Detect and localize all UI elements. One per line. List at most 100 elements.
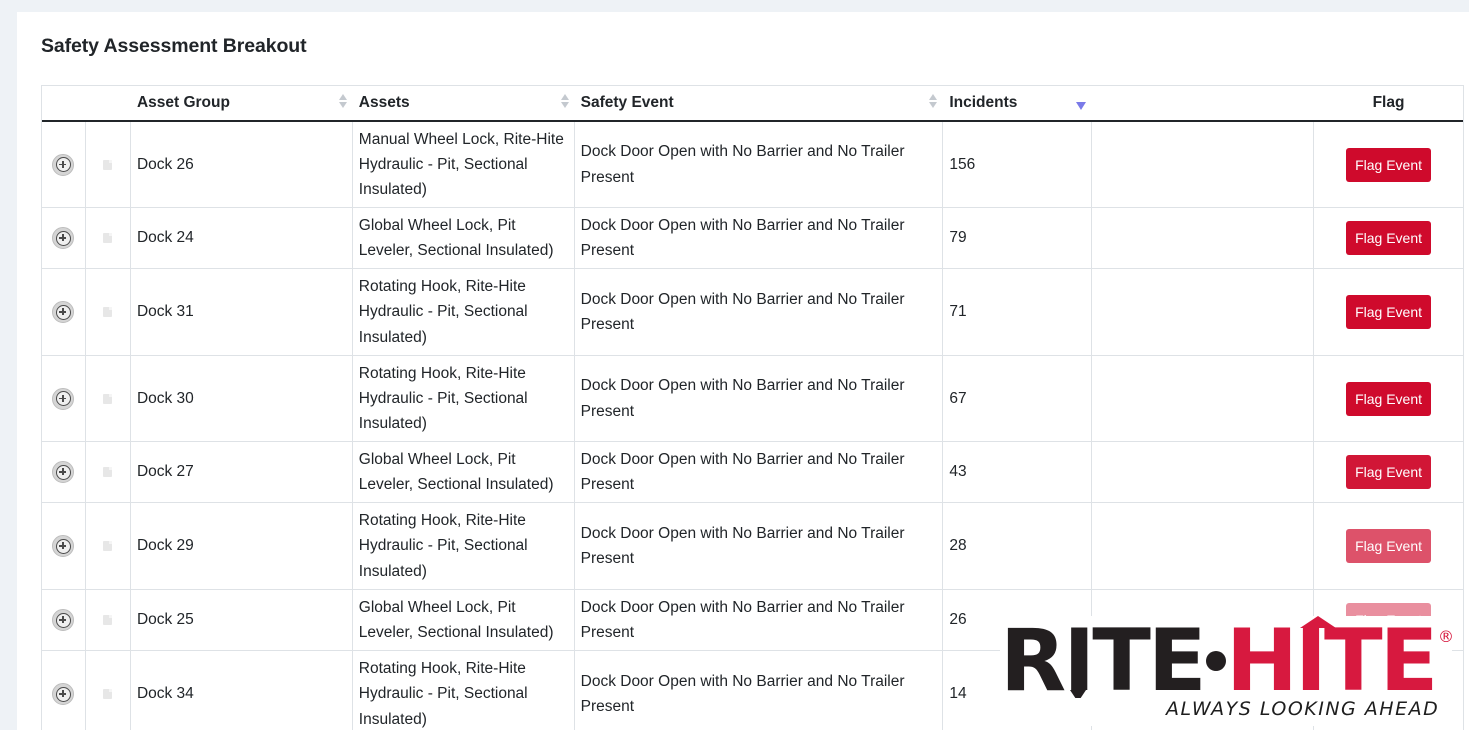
detail-cell bbox=[86, 503, 131, 589]
assets-cell: Global Wheel Lock, Pit Leveler, Sectiona… bbox=[353, 590, 575, 650]
safety-event-cell: Dock Door Open with No Barrier and No Tr… bbox=[575, 208, 944, 268]
header-flag-label: Flag bbox=[1372, 94, 1405, 111]
sort-desc-icon[interactable] bbox=[1076, 102, 1087, 110]
incidents-cell: 156 bbox=[943, 122, 1093, 207]
rite-hite-logo: RITE HITE ® ALWAYS LOOKING AHEAD bbox=[1000, 616, 1452, 726]
safety-event-text: Dock Door Open with No Barrier and No Tr… bbox=[580, 377, 905, 420]
assets-text: Manual Wheel Lock, Rite-Hite Hydraulic -… bbox=[358, 130, 564, 199]
header-safety-event[interactable]: Safety Event bbox=[575, 86, 944, 120]
assets-cell: Manual Wheel Lock, Rite-Hite Hydraulic -… bbox=[353, 122, 575, 207]
header-icon bbox=[86, 86, 131, 120]
logo-dot-icon bbox=[1206, 651, 1226, 671]
flag-event-button[interactable]: Flag Event bbox=[1346, 147, 1432, 182]
safety-event-text: Dock Door Open with No Barrier and No Tr… bbox=[580, 143, 905, 186]
table-row: Dock 24 Global Wheel Lock, Pit Leveler, S… bbox=[42, 208, 1463, 269]
incidents-cell: 28 bbox=[943, 503, 1093, 589]
safety-event-text: Dock Door Open with No Barrier and No Tr… bbox=[580, 290, 905, 333]
incidents-text: 14 bbox=[949, 685, 967, 703]
header-incidents[interactable]: Incidents bbox=[943, 86, 1092, 120]
safety-event-cell: Dock Door Open with No Barrier and No Tr… bbox=[575, 269, 944, 355]
blank-cell bbox=[1092, 122, 1315, 207]
expand-cell[interactable] bbox=[42, 503, 86, 589]
sort-icon[interactable] bbox=[338, 94, 347, 108]
header-safety-event-label: Safety Event bbox=[580, 94, 674, 111]
flag-cell: Flag Event bbox=[1314, 356, 1463, 441]
table-header: Asset Group Assets Safety Event Incident… bbox=[42, 85, 1463, 122]
expand-cell[interactable] bbox=[42, 356, 86, 441]
flag-event-button[interactable]: Flag Event bbox=[1346, 529, 1432, 563]
expand-row-icon[interactable] bbox=[52, 153, 75, 176]
detail-cell bbox=[86, 651, 131, 730]
page-title: Safety Assessment Breakout bbox=[41, 35, 307, 57]
asset-group-cell: Dock 29 bbox=[131, 503, 353, 589]
asset-group-text: Dock 27 bbox=[136, 463, 194, 481]
assets-cell: Rotating Hook, Rite-Hite Hydraulic - Pit… bbox=[353, 269, 575, 355]
sort-icon[interactable] bbox=[560, 94, 569, 108]
document-icon bbox=[103, 689, 113, 699]
incidents-text: 26 bbox=[949, 611, 967, 629]
blank-cell bbox=[1092, 269, 1315, 355]
detail-cell bbox=[86, 208, 131, 268]
safety-event-text: Dock Door Open with No Barrier and No Tr… bbox=[580, 672, 905, 715]
assets-text: Rotating Hook, Rite-Hite Hydraulic - Pit… bbox=[358, 278, 528, 346]
expand-cell[interactable] bbox=[42, 590, 86, 650]
document-icon bbox=[103, 159, 113, 170]
expand-row-icon[interactable] bbox=[52, 535, 75, 557]
expand-row-icon[interactable] bbox=[52, 683, 75, 705]
assets-cell: Global Wheel Lock, Pit Leveler, Sectiona… bbox=[353, 442, 575, 502]
incidents-cell: 79 bbox=[943, 208, 1093, 268]
expand-row-icon[interactable] bbox=[52, 301, 75, 323]
table-row: Dock 27 Global Wheel Lock, Pit Leveler, S… bbox=[42, 442, 1463, 503]
document-icon bbox=[103, 467, 113, 477]
expand-row-icon[interactable] bbox=[52, 227, 75, 249]
expand-cell[interactable] bbox=[42, 122, 86, 207]
asset-group-cell: Dock 24 bbox=[131, 208, 353, 268]
header-expand bbox=[42, 86, 86, 120]
assets-cell: Rotating Hook, Rite-Hite Hydraulic - Pit… bbox=[353, 356, 575, 441]
expand-row-icon[interactable] bbox=[52, 387, 75, 410]
header-assets-label: Assets bbox=[358, 94, 410, 111]
assets-text: Rotating Hook, Rite-Hite Hydraulic - Pit… bbox=[358, 660, 528, 728]
asset-group-cell: Dock 31 bbox=[131, 269, 353, 355]
expand-cell[interactable] bbox=[42, 269, 86, 355]
safety-event-cell: Dock Door Open with No Barrier and No Tr… bbox=[575, 590, 944, 650]
assets-text: Global Wheel Lock, Pit Leveler, Sectiona… bbox=[358, 216, 554, 259]
header-incidents-label: Incidents bbox=[949, 94, 1018, 111]
detail-cell bbox=[86, 442, 131, 502]
logo-tagline: ALWAYS LOOKING AHEAD bbox=[1166, 698, 1440, 720]
document-icon bbox=[103, 233, 113, 243]
assets-text: Rotating Hook, Rite-Hite Hydraulic - Pit… bbox=[358, 364, 528, 433]
asset-group-text: Dock 25 bbox=[136, 611, 194, 629]
flag-event-button[interactable]: Flag Event bbox=[1346, 455, 1432, 489]
table-row: Dock 31 Rotating Hook, Rite-Hite Hydrauli… bbox=[42, 269, 1463, 356]
logo-word-left: RITE bbox=[1000, 616, 1204, 698]
document-icon bbox=[103, 393, 113, 404]
safety-event-text: Dock Door Open with No Barrier and No Tr… bbox=[580, 598, 905, 641]
safety-event-text: Dock Door Open with No Barrier and No Tr… bbox=[580, 450, 905, 493]
expand-row-icon[interactable] bbox=[52, 461, 75, 483]
header-assets[interactable]: Assets bbox=[353, 86, 575, 120]
flag-event-button[interactable]: Flag Event bbox=[1346, 295, 1432, 329]
asset-group-text: Dock 24 bbox=[136, 229, 194, 247]
asset-group-text: Dock 26 bbox=[136, 155, 194, 173]
blank-cell bbox=[1092, 208, 1315, 268]
expand-cell[interactable] bbox=[42, 442, 86, 502]
expand-cell[interactable] bbox=[42, 208, 86, 268]
document-icon bbox=[103, 615, 113, 625]
document-icon bbox=[103, 541, 113, 551]
asset-group-text: Dock 34 bbox=[136, 685, 194, 703]
sort-icon[interactable] bbox=[929, 94, 938, 108]
flag-cell: Flag Event bbox=[1314, 208, 1463, 268]
assets-cell: Rotating Hook, Rite-Hite Hydraulic - Pit… bbox=[353, 651, 575, 730]
asset-group-cell: Dock 26 bbox=[131, 122, 353, 207]
safety-event-text: Dock Door Open with No Barrier and No Tr… bbox=[580, 524, 905, 567]
logo-word-right: HITE bbox=[1226, 616, 1435, 698]
flag-event-button[interactable]: Flag Event bbox=[1346, 221, 1432, 255]
logo-graphic: RITE HITE ® bbox=[1000, 616, 1452, 698]
table-row: Dock 29 Rotating Hook, Rite-Hite Hydrauli… bbox=[42, 503, 1463, 590]
header-asset-group[interactable]: Asset Group bbox=[131, 86, 353, 120]
document-icon bbox=[103, 307, 113, 317]
flag-event-button[interactable]: Flag Event bbox=[1346, 381, 1432, 416]
expand-row-icon[interactable] bbox=[52, 609, 75, 631]
expand-cell[interactable] bbox=[42, 651, 86, 730]
